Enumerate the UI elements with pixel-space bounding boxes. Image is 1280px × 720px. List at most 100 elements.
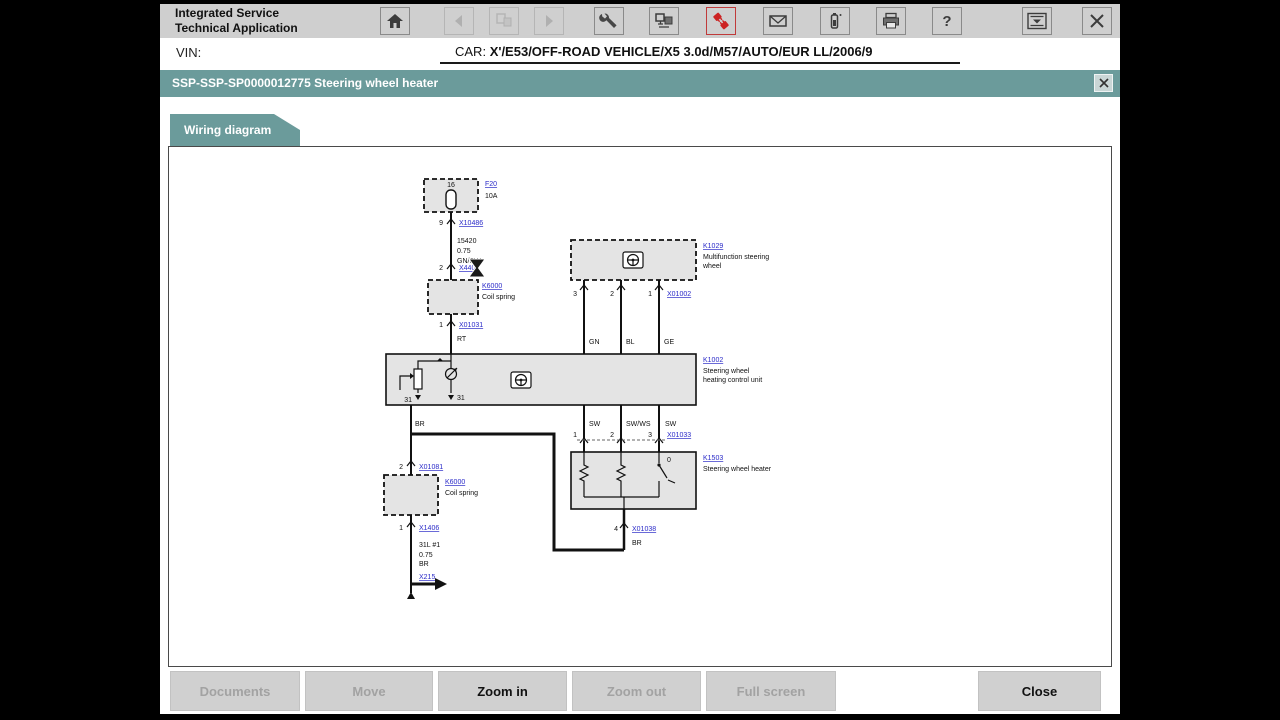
connector-link-x01038[interactable]: X01038 — [632, 526, 656, 533]
pin-number: 3 — [573, 291, 577, 298]
connector-link-x01031[interactable]: X01031 — [459, 322, 483, 329]
vin-label: VIN: — [176, 45, 201, 60]
wiring-diagram-panel[interactable]: 16 F20 10A 9 X10486 15420 0.75 GN/SW 2 X… — [168, 146, 1112, 667]
wire-number-label: 31L #1 — [419, 542, 440, 549]
pin-number: 2 — [610, 432, 614, 439]
pin-number: 4 — [614, 526, 618, 533]
component-label: Coil spring — [445, 490, 478, 497]
car-underline-rule — [440, 62, 960, 64]
connection-status-button[interactable] — [706, 7, 736, 35]
wire-color-label: SW — [665, 421, 677, 428]
close-icon — [1098, 77, 1110, 89]
component-label-line2: wheel — [702, 263, 722, 270]
ground-terminal-label: 31 — [404, 397, 412, 404]
battery-icon — [824, 11, 846, 31]
document-title-bar: SSP-SSP-SP0000012775 Steering wheel heat… — [160, 70, 1120, 97]
close-application-button[interactable] — [1082, 7, 1112, 35]
wire-gauge-label: 0.75 — [419, 552, 433, 559]
screen-change-button[interactable] — [489, 7, 519, 35]
minimize-window-icon — [1025, 11, 1049, 31]
tab-label: Wiring diagram — [184, 123, 271, 137]
component-link-k1503[interactable]: K1503 — [703, 455, 723, 462]
wire-color-label: BR — [419, 561, 429, 568]
component-label-line2: heating control unit — [703, 377, 762, 384]
pin-number: 1 — [439, 322, 443, 329]
steering-wheel-icon — [511, 372, 531, 388]
tab-wiring-diagram[interactable]: Wiring diagram — [170, 114, 300, 148]
svg-text:?: ? — [942, 13, 951, 30]
home-button[interactable] — [380, 7, 410, 35]
connector-link-x01033[interactable]: X01033 — [667, 432, 691, 439]
envelope-icon — [767, 11, 789, 31]
mfl-component: K1029 Multifunction steering wheel — [571, 240, 769, 280]
wire-color-label: BL — [626, 339, 635, 346]
print-button[interactable] — [876, 7, 906, 35]
pin-number: 1 — [399, 525, 403, 532]
help-button[interactable]: ? — [932, 7, 962, 35]
control-unit-component: 31 31 K1002 Steering wheel heating contr… — [386, 354, 762, 405]
minimize-window-button[interactable] — [1022, 7, 1052, 35]
connector-link-x10486[interactable]: X10486 — [459, 220, 483, 227]
document-title: SSP-SSP-SP0000012775 Steering wheel heat… — [172, 76, 438, 90]
tools-button[interactable] — [594, 7, 624, 35]
move-button[interactable]: Move — [305, 671, 433, 711]
fuse-pin-label: 16 — [447, 182, 455, 189]
workshop-system-button[interactable] — [649, 7, 679, 35]
pin-number: 1 — [573, 432, 577, 439]
printer-icon — [880, 11, 902, 31]
documents-button[interactable]: Documents — [170, 671, 300, 711]
messages-button[interactable] — [763, 7, 793, 35]
switch-position-label: 0 — [667, 457, 671, 464]
component-link-k6000[interactable]: K6000 — [482, 283, 502, 290]
fuse-rating-label: 10A — [485, 193, 498, 200]
broken-connection-icon — [709, 11, 733, 31]
coil-spring-upper-component: K6000 Coil spring — [428, 280, 515, 314]
monitors-icon — [653, 11, 675, 31]
wiring-diagram: 16 F20 10A 9 X10486 15420 0.75 GN/SW 2 X… — [169, 147, 1111, 666]
wire-gauge-label: 0.75 — [457, 248, 471, 255]
close-button[interactable]: Close — [978, 671, 1101, 711]
pin-number: 2 — [610, 291, 614, 298]
forward-button[interactable] — [534, 7, 564, 35]
wire-color-label: GN — [589, 339, 600, 346]
ground-arrow — [407, 578, 447, 599]
steering-wheel-icon — [623, 252, 643, 268]
component-link-k6000[interactable]: K6000 — [445, 479, 465, 486]
connector-link-x01002[interactable]: X01002 — [667, 291, 691, 298]
app-title-line2: Technical Application — [175, 21, 298, 36]
component-label: Steering wheel heater — [703, 466, 772, 473]
pin-number: 9 — [439, 220, 443, 227]
zoom-in-button[interactable]: Zoom in — [438, 671, 567, 711]
document-close-button[interactable] — [1094, 74, 1113, 92]
close-icon — [1086, 11, 1108, 31]
fuse-component: 16 F20 10A — [424, 179, 498, 212]
forward-arrow-icon — [538, 11, 560, 31]
wire-color-label: SW — [589, 421, 601, 428]
battery-voltage-button[interactable] — [820, 7, 850, 35]
ground-link-x215[interactable]: X215 — [419, 574, 435, 581]
car-descriptor: CAR: X'/E53/OFF-ROAD VEHICLE/X5 3.0d/M57… — [455, 44, 873, 59]
component-link-k1002[interactable]: K1002 — [703, 357, 723, 364]
home-icon — [384, 11, 406, 31]
component-label-line1: Steering wheel — [703, 368, 750, 375]
back-button[interactable] — [444, 7, 474, 35]
pin-number: 2 — [399, 464, 403, 471]
wrench-icon — [598, 11, 620, 31]
pin-number: 3 — [648, 432, 652, 439]
screen-change-icon — [493, 11, 515, 31]
zoom-out-button[interactable]: Zoom out — [572, 671, 701, 711]
component-link-k1029[interactable]: K1029 — [703, 243, 723, 250]
wire-color-label: SW/WS — [626, 421, 651, 428]
connector-link-x01081[interactable]: X01081 — [419, 464, 443, 471]
heater-component: 0 K1503 Steering wheel heater — [571, 452, 772, 509]
connector-link-x1406[interactable]: X1406 — [419, 525, 439, 532]
car-value: X'/E53/OFF-ROAD VEHICLE/X5 3.0d/M57/AUTO… — [490, 44, 873, 59]
car-label: CAR: — [455, 44, 486, 59]
component-label: Coil spring — [482, 294, 515, 301]
coil-spring-lower-component: K6000 Coil spring — [384, 475, 478, 515]
main-toolbar: Integrated Service Technical Application — [160, 4, 1120, 38]
pin-number: 2 — [439, 265, 443, 272]
wire-number-label: 15420 — [457, 238, 477, 245]
fuse-code-link[interactable]: F20 — [485, 181, 497, 188]
full-screen-button[interactable]: Full screen — [706, 671, 836, 711]
